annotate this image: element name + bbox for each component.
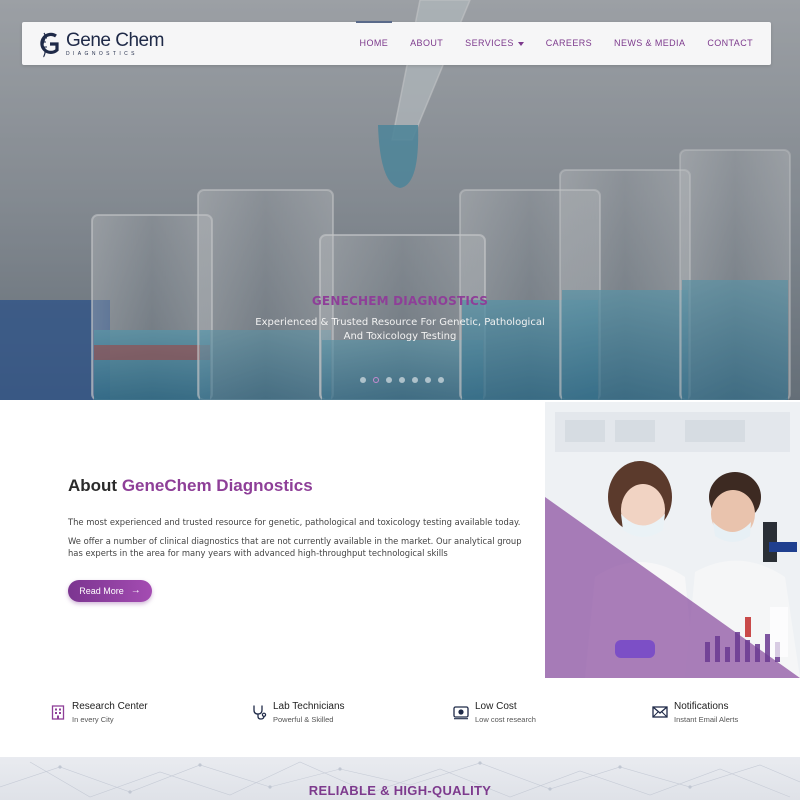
main-nav: HOME ABOUT SERVICES CAREERS NEWS & MEDIA… (338, 21, 753, 65)
nav-contact[interactable]: CONTACT (707, 22, 753, 65)
feature-title: Low Cost (475, 701, 517, 712)
slider-dot[interactable] (360, 377, 366, 383)
arrow-right-icon: → (130, 585, 141, 596)
feature-lab-technicians: Lab Technicians Powerful & Skilled (251, 700, 345, 726)
navbar: Gene Chem DIAGNOSTICS HOME ABOUT SERVICE… (22, 21, 771, 65)
about-heading: About GeneChem Diagnostics (68, 476, 313, 496)
feature-title: Lab Technicians (273, 701, 345, 712)
envelope-icon (652, 706, 668, 718)
chevron-down-icon (517, 41, 524, 46)
about-paragraph-1: The most experienced and trusted resourc… (68, 517, 521, 527)
money-icon (453, 706, 469, 720)
read-more-button[interactable]: Read More → (68, 580, 152, 602)
feature-research-center: Research Center In every City (50, 700, 148, 726)
feature-title: Notifications (674, 701, 729, 712)
nav-home[interactable]: HOME (355, 21, 392, 65)
about-heading-prefix: About (68, 476, 122, 495)
nav-services-label: SERVICES (465, 38, 514, 48)
about-lab-scientists-image (545, 402, 800, 678)
slider-dot[interactable] (412, 377, 418, 383)
building-icon (51, 705, 65, 720)
feature-subtitle: Low cost research (475, 715, 536, 724)
slider-dot[interactable] (386, 377, 392, 383)
nav-news-media[interactable]: NEWS & MEDIA (614, 22, 685, 65)
hero-subtitle: Experienced & Trusted Resource For Genet… (255, 317, 545, 342)
slider-dot[interactable] (425, 377, 431, 383)
stethoscope-icon (253, 705, 267, 720)
slider-dot-active[interactable] (373, 377, 379, 383)
nav-careers[interactable]: CAREERS (546, 22, 592, 65)
feature-title: Research Center (72, 701, 148, 712)
about-paragraph-2: We offer a number of clinical diagnostic… (68, 536, 522, 558)
nav-about[interactable]: ABOUT (410, 22, 443, 65)
brand-logo[interactable]: Gene Chem DIAGNOSTICS (38, 30, 164, 58)
slider-dot[interactable] (438, 377, 444, 383)
about-heading-highlight: GeneChem Diagnostics (121, 476, 313, 495)
slider-dot[interactable] (399, 377, 405, 383)
features-row: Research Center In every City Lab Techni… (0, 700, 800, 740)
feature-subtitle: In every City (72, 715, 114, 724)
quality-band-title: RELIABLE & HIGH-QUALITY (308, 783, 492, 798)
feature-notifications: Notifications Instant Email Alerts (652, 700, 738, 726)
feature-subtitle: Instant Email Alerts (674, 715, 739, 724)
genechem-logo-icon (40, 32, 59, 58)
feature-subtitle: Powerful & Skilled (273, 715, 334, 724)
lab-photo-illustration (545, 402, 800, 678)
read-more-label: Read More (79, 586, 124, 596)
brand-tagline: DIAGNOSTICS (66, 51, 138, 57)
slider-dots (360, 377, 444, 383)
brand-name: Gene Chem (66, 30, 164, 51)
hero-title: GENECHEM DIAGNOSTICS (311, 294, 489, 308)
feature-low-cost: Low Cost Low cost research (453, 700, 536, 726)
nav-services[interactable]: SERVICES (465, 22, 524, 65)
